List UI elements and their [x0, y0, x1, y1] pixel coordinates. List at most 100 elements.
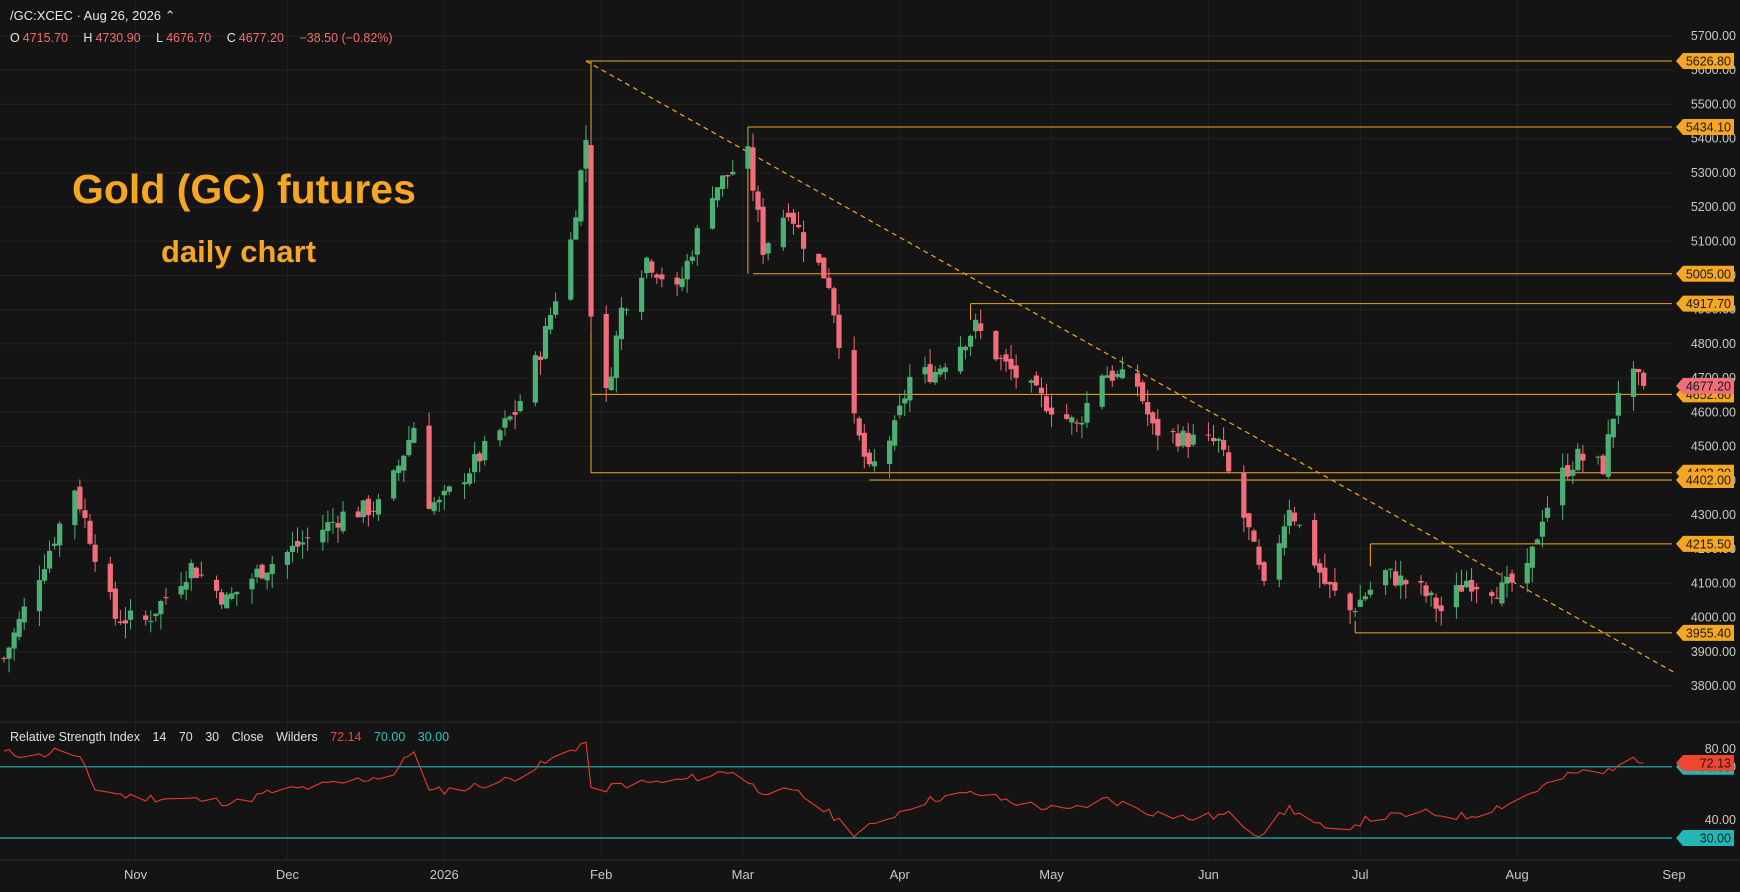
- level-label[interactable]: 5626.80: [1676, 53, 1734, 70]
- candle-down[interactable]: [335, 523, 341, 528]
- candle-up[interactable]: [1276, 543, 1282, 580]
- candle-up[interactable]: [942, 367, 948, 372]
- candle-up[interactable]: [922, 367, 928, 375]
- candle-down[interactable]: [674, 277, 680, 285]
- candle-down[interactable]: [92, 544, 98, 562]
- candle-up[interactable]: [1453, 585, 1459, 608]
- candle-up[interactable]: [178, 586, 184, 595]
- candle-up[interactable]: [1560, 467, 1566, 506]
- candle-up[interactable]: [709, 198, 716, 229]
- candle-up[interactable]: [1215, 438, 1222, 441]
- symbol-header[interactable]: /GC:XCEC · Aug 26, 2026 ⌃: [10, 8, 176, 24]
- candle-down[interactable]: [1134, 373, 1141, 387]
- candle-down[interactable]: [1246, 513, 1252, 528]
- candle-up[interactable]: [618, 307, 624, 340]
- candle-up[interactable]: [547, 315, 554, 330]
- candle-down[interactable]: [143, 615, 149, 620]
- candle-up[interactable]: [887, 440, 893, 464]
- candle-down[interactable]: [856, 418, 862, 436]
- candle-up[interactable]: [1615, 393, 1621, 416]
- candle-up[interactable]: [871, 461, 878, 467]
- candle-up[interactable]: [623, 309, 630, 311]
- level-label[interactable]: 5434.10: [1676, 118, 1734, 135]
- candle-up[interactable]: [1119, 369, 1125, 379]
- candle-up[interactable]: [299, 542, 306, 545]
- candle-down[interactable]: [1048, 407, 1055, 415]
- candle-up[interactable]: [360, 500, 366, 518]
- candle-down[interactable]: [294, 541, 301, 547]
- candle-up[interactable]: [1296, 524, 1303, 526]
- candle-up[interactable]: [507, 416, 513, 420]
- candle-down[interactable]: [1509, 573, 1515, 583]
- candle-down[interactable]: [1074, 422, 1080, 424]
- candle-up[interactable]: [517, 401, 523, 412]
- candle-down[interactable]: [1008, 358, 1014, 370]
- candle-up[interactable]: [613, 335, 619, 378]
- candle-down[interactable]: [1241, 472, 1247, 518]
- candle-up[interactable]: [1190, 434, 1196, 445]
- candle-down[interactable]: [851, 350, 857, 414]
- candle-down[interactable]: [117, 621, 123, 623]
- candle-down[interactable]: [122, 620, 129, 624]
- candle-down[interactable]: [426, 425, 432, 509]
- candle-down[interactable]: [370, 510, 377, 512]
- candle-down[interactable]: [760, 206, 766, 255]
- candle-up[interactable]: [21, 606, 27, 623]
- candle-up[interactable]: [330, 521, 336, 523]
- candle-up[interactable]: [1281, 526, 1287, 548]
- candle-down[interactable]: [1489, 592, 1495, 597]
- candle-down[interactable]: [355, 511, 361, 518]
- candle-down[interactable]: [1600, 455, 1606, 475]
- symbol-line[interactable]: /GC:XCEC · Aug 26, 2026 ⌃: [10, 8, 176, 23]
- candle-up[interactable]: [644, 257, 650, 274]
- candle-up[interactable]: [16, 618, 22, 637]
- candle-down[interactable]: [107, 563, 113, 592]
- candle-down[interactable]: [1393, 571, 1399, 586]
- candle-down[interactable]: [1226, 452, 1232, 472]
- candle-up[interactable]: [497, 430, 503, 441]
- candle-up[interactable]: [720, 175, 726, 190]
- candle-down[interactable]: [821, 257, 827, 279]
- candle-down[interactable]: [219, 592, 225, 605]
- candle-down[interactable]: [1438, 605, 1444, 612]
- candle-down[interactable]: [649, 261, 655, 273]
- candle-up[interactable]: [765, 243, 771, 254]
- candle-up[interactable]: [72, 490, 78, 526]
- candle-up[interactable]: [1069, 417, 1075, 423]
- candle-down[interactable]: [836, 314, 842, 349]
- candle-down[interactable]: [1185, 432, 1191, 448]
- candle-down[interactable]: [82, 510, 88, 518]
- candle-up[interactable]: [411, 427, 417, 443]
- candle-up[interactable]: [902, 398, 908, 404]
- candle-down[interactable]: [927, 364, 933, 383]
- candle-up[interactable]: [269, 564, 275, 574]
- candle-down[interactable]: [978, 323, 984, 331]
- candle-up[interactable]: [6, 647, 12, 659]
- candle-down[interactable]: [112, 588, 118, 619]
- candle-up[interactable]: [583, 140, 589, 169]
- candle-up[interactable]: [461, 482, 468, 485]
- candle-down[interactable]: [795, 224, 802, 228]
- candle-up[interactable]: [127, 610, 134, 620]
- candle-up[interactable]: [396, 465, 402, 473]
- candle-down[interactable]: [1291, 512, 1298, 522]
- candle-down[interactable]: [1221, 439, 1227, 450]
- candle-down[interactable]: [1038, 387, 1045, 394]
- candle-up[interactable]: [1362, 596, 1368, 600]
- candle-up[interactable]: [1534, 539, 1540, 544]
- candle-down[interactable]: [1327, 582, 1333, 585]
- candle-up[interactable]: [1630, 368, 1637, 398]
- candle-down[interactable]: [1565, 465, 1571, 477]
- candle-down[interactable]: [725, 175, 731, 177]
- candle-up[interactable]: [714, 187, 721, 201]
- candle-down[interactable]: [163, 597, 169, 599]
- candle-down[interactable]: [1474, 586, 1480, 590]
- candle-up[interactable]: [1286, 510, 1292, 526]
- candle-down[interactable]: [998, 357, 1004, 359]
- rsi-band-label[interactable]: 30.00: [1676, 830, 1734, 846]
- candle-up[interactable]: [1084, 402, 1090, 423]
- candle-up[interactable]: [684, 260, 690, 280]
- rsi-last-label[interactable]: 72.13: [1676, 755, 1734, 772]
- candle-up[interactable]: [1079, 422, 1085, 425]
- candle-down[interactable]: [1494, 597, 1500, 599]
